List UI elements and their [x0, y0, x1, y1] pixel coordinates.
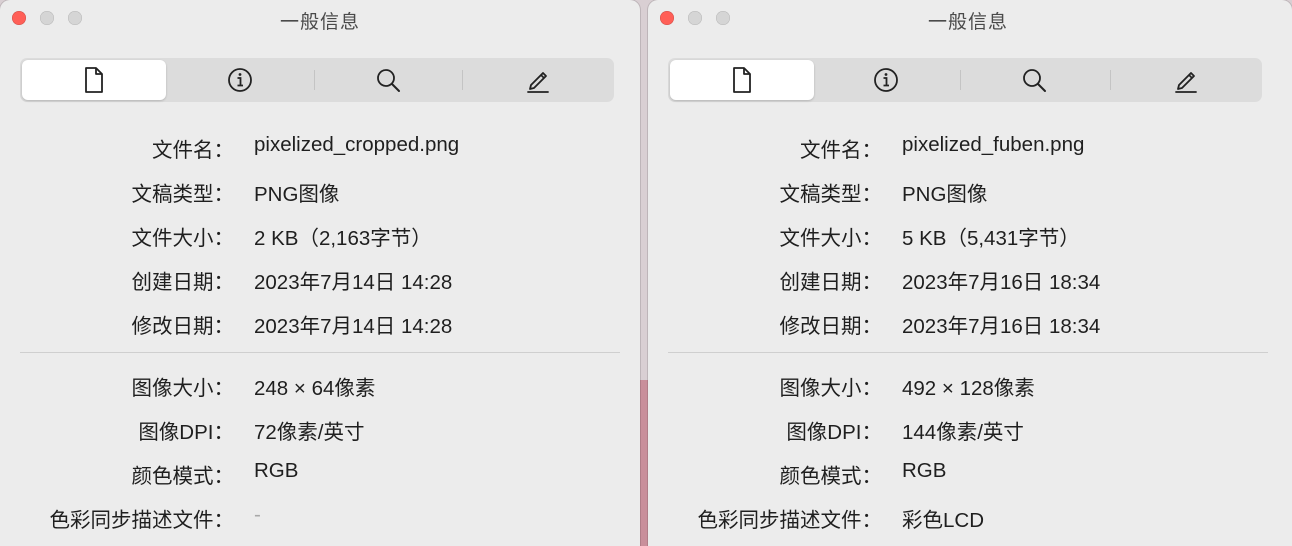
tab-separator — [960, 70, 961, 90]
tab-general[interactable] — [22, 60, 166, 100]
row-label: 文稿类型： — [131, 183, 235, 206]
info-row-filename: 文件名： pixelized_fuben.png — [648, 133, 1292, 163]
info-window-right: 一般信息 文件名： pixelized_fuben.png 文稿类型： PNG图… — [648, 0, 1292, 546]
info-row-size: 文件大小： 2 KB（2,163字节） — [0, 221, 640, 251]
tab-preview[interactable] — [962, 60, 1106, 100]
row-value: pixelized_fuben.png — [902, 133, 1085, 156]
row-value: 5 KB（5,431字节） — [902, 227, 1080, 250]
info-row-color-profile: 色彩同步描述文件： 彩色LCD — [648, 503, 1292, 533]
info-row-color-profile: 色彩同步描述文件： - — [0, 503, 640, 533]
tab-preview[interactable] — [316, 60, 460, 100]
row-label: 颜色模式： — [131, 465, 235, 488]
row-label: 文件名： — [152, 139, 234, 162]
magnifier-icon — [377, 69, 400, 92]
row-value: 2023年7月14日 14:28 — [254, 315, 453, 338]
row-value: 2023年7月16日 18:34 — [902, 271, 1101, 294]
row-value: PNG图像 — [902, 183, 988, 206]
info-row-created: 创建日期： 2023年7月14日 14:28 — [0, 265, 640, 295]
info-row-dimensions: 图像大小： 492 × 128像素 — [648, 371, 1292, 401]
row-value: RGB — [902, 459, 947, 482]
row-value: 144像素/英寸 — [902, 421, 1024, 444]
tab-separator — [314, 70, 315, 90]
title-bar: 一般信息 — [648, 0, 1292, 38]
window-title: 一般信息 — [927, 12, 1008, 33]
row-value: 2 KB（2,163字节） — [254, 227, 432, 250]
row-label: 创建日期： — [131, 271, 235, 294]
pencil-icon — [527, 72, 549, 93]
title-bar: 一般信息 — [0, 0, 640, 38]
row-value: - — [254, 503, 261, 526]
info-row-created: 创建日期： 2023年7月16日 18:34 — [648, 265, 1292, 295]
pencil-icon — [1175, 72, 1197, 93]
tab-separator — [462, 70, 463, 90]
info-window-left: 一般信息 文件名： pixelized_cropped.png 文稿类型： PN… — [0, 0, 640, 546]
tab-more-info[interactable] — [814, 60, 958, 100]
row-value: 彩色LCD — [902, 509, 985, 532]
info-row-kind: 文稿类型： PNG图像 — [648, 177, 1292, 207]
row-label: 色彩同步描述文件： — [49, 509, 235, 532]
row-label: 文稿类型： — [779, 183, 883, 206]
row-value: 72像素/英寸 — [254, 421, 365, 444]
row-label: 图像大小： — [131, 377, 235, 400]
section-divider — [668, 352, 1268, 353]
info-icon — [228, 68, 252, 92]
tab-more-info[interactable] — [168, 60, 312, 100]
row-label: 创建日期： — [779, 271, 883, 294]
info-row-color-model: 颜色模式： RGB — [648, 459, 1292, 489]
row-label: 图像大小： — [779, 377, 883, 400]
info-row-filename: 文件名： pixelized_cropped.png — [0, 133, 640, 163]
row-value: 2023年7月16日 18:34 — [902, 315, 1101, 338]
info-row-modified: 修改日期： 2023年7月14日 14:28 — [0, 309, 640, 339]
row-label: 修改日期： — [779, 315, 883, 338]
row-label: 颜色模式： — [779, 465, 883, 488]
row-value: 2023年7月14日 14:28 — [254, 271, 453, 294]
row-value: RGB — [254, 459, 299, 482]
row-value: PNG图像 — [254, 183, 340, 206]
tab-annotations[interactable] — [1114, 60, 1258, 100]
info-row-dimensions: 图像大小： 248 × 64像素 — [0, 371, 640, 401]
tab-general[interactable] — [670, 60, 814, 100]
info-row-modified: 修改日期： 2023年7月16日 18:34 — [648, 309, 1292, 339]
section-divider — [20, 352, 620, 353]
info-icon — [874, 68, 898, 92]
document-icon — [733, 67, 751, 93]
info-row-color-model: 颜色模式： RGB — [0, 459, 640, 489]
row-label: 图像DPI： — [786, 421, 882, 444]
row-value: pixelized_cropped.png — [254, 133, 460, 156]
inspector-tabs — [668, 58, 1262, 102]
info-row-size: 文件大小： 5 KB（5,431字节） — [648, 221, 1292, 251]
document-icon — [85, 67, 103, 93]
info-row-dpi: 图像DPI： 72像素/英寸 — [0, 415, 640, 445]
row-label: 文件大小： — [779, 227, 883, 250]
inspector-tabs — [20, 58, 614, 102]
window-title: 一般信息 — [279, 12, 360, 33]
info-row-kind: 文稿类型： PNG图像 — [0, 177, 640, 207]
row-label: 文件大小： — [131, 227, 235, 250]
info-row-dpi: 图像DPI： 144像素/英寸 — [648, 415, 1292, 445]
row-label: 色彩同步描述文件： — [697, 509, 883, 532]
row-value: 248 × 64像素 — [254, 377, 376, 400]
row-value: 492 × 128像素 — [902, 377, 1035, 400]
magnifier-icon — [1023, 69, 1046, 92]
tab-separator — [1110, 70, 1111, 90]
row-label: 图像DPI： — [138, 421, 234, 444]
tab-annotations[interactable] — [466, 60, 610, 100]
row-label: 修改日期： — [131, 315, 235, 338]
row-label: 文件名： — [800, 139, 882, 162]
